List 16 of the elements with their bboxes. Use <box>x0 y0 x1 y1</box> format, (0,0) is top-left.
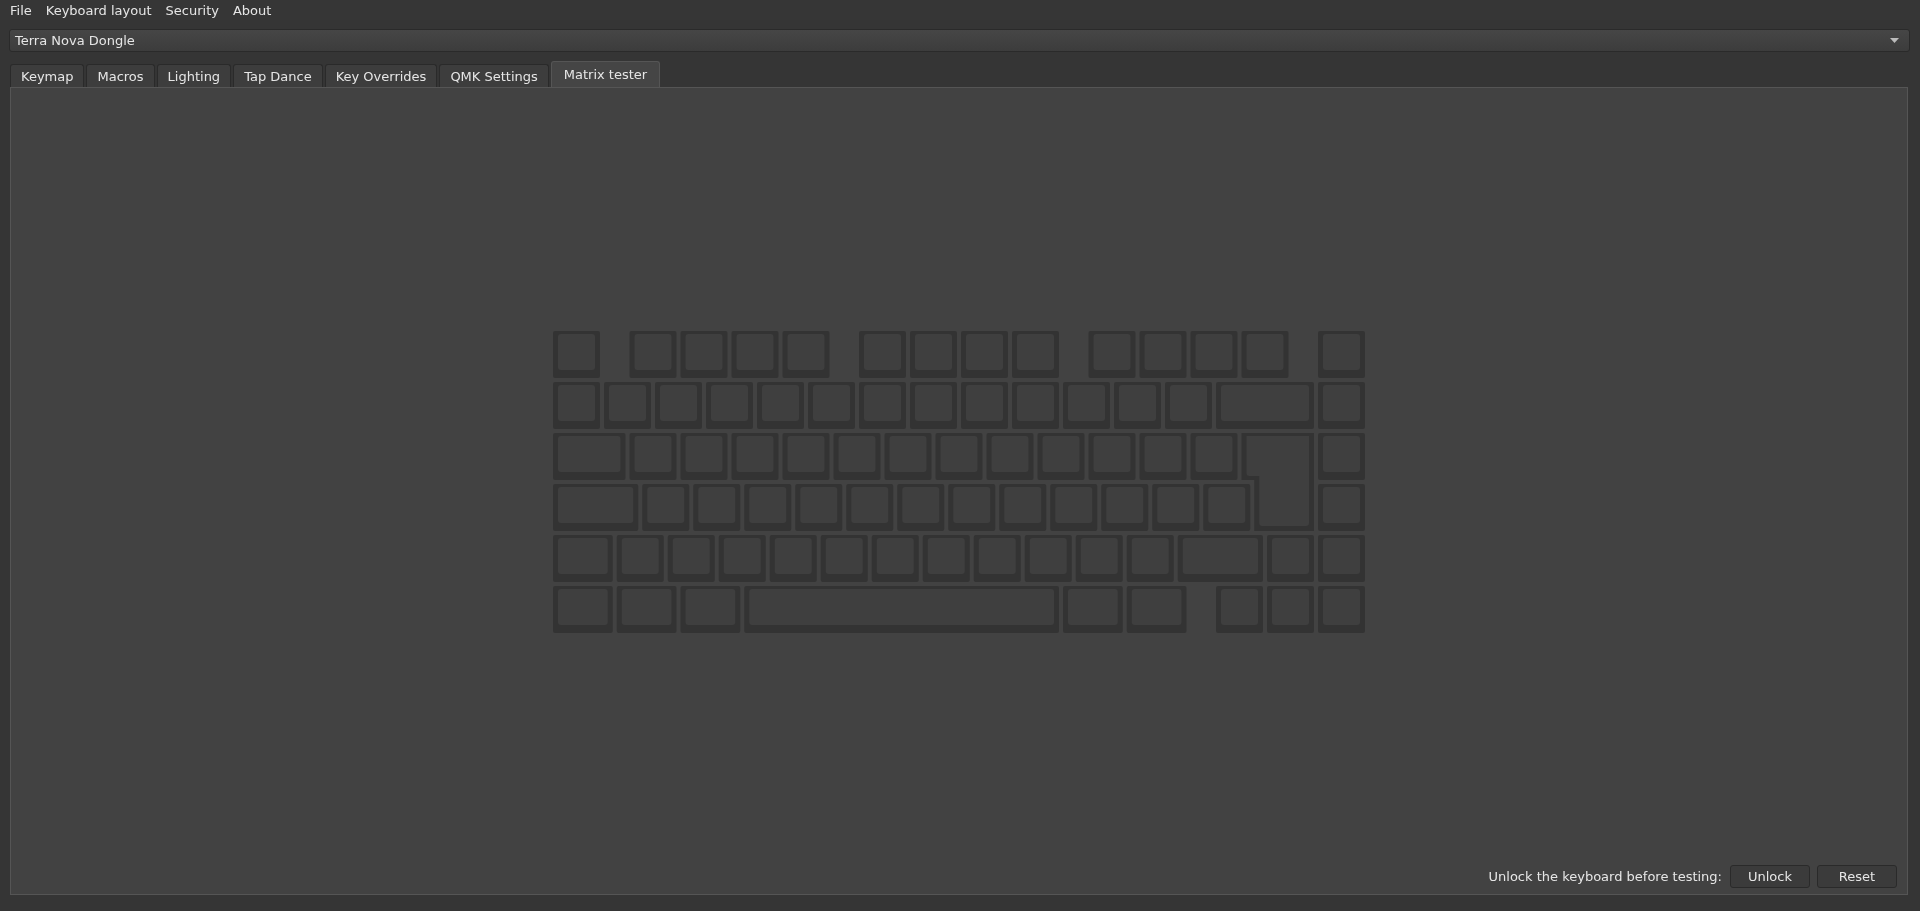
tab[interactable]: Macros <box>86 64 155 87</box>
tab[interactable]: Lighting <box>156 64 232 87</box>
unlock-message: Unlock the keyboard before testing: <box>1488 869 1722 884</box>
device-dropdown[interactable]: Terra Nova Dongle <box>9 29 1910 52</box>
caret-icon <box>1890 38 1899 43</box>
tab[interactable]: Keymap <box>10 64 85 87</box>
tab[interactable]: Tap Dance <box>233 64 323 87</box>
menu-item[interactable]: About <box>225 2 279 18</box>
menu-item[interactable]: File <box>3 2 39 18</box>
menu-item[interactable]: Security <box>158 2 226 18</box>
tab[interactable]: QMK Settings <box>439 64 549 87</box>
tab[interactable]: Matrix tester <box>550 61 661 87</box>
tab[interactable]: Key Overrides <box>324 64 438 87</box>
menu-item[interactable]: Keyboard layout <box>38 2 159 18</box>
action-button[interactable]: Reset <box>1817 865 1897 888</box>
action-button[interactable]: Unlock <box>1730 865 1810 888</box>
